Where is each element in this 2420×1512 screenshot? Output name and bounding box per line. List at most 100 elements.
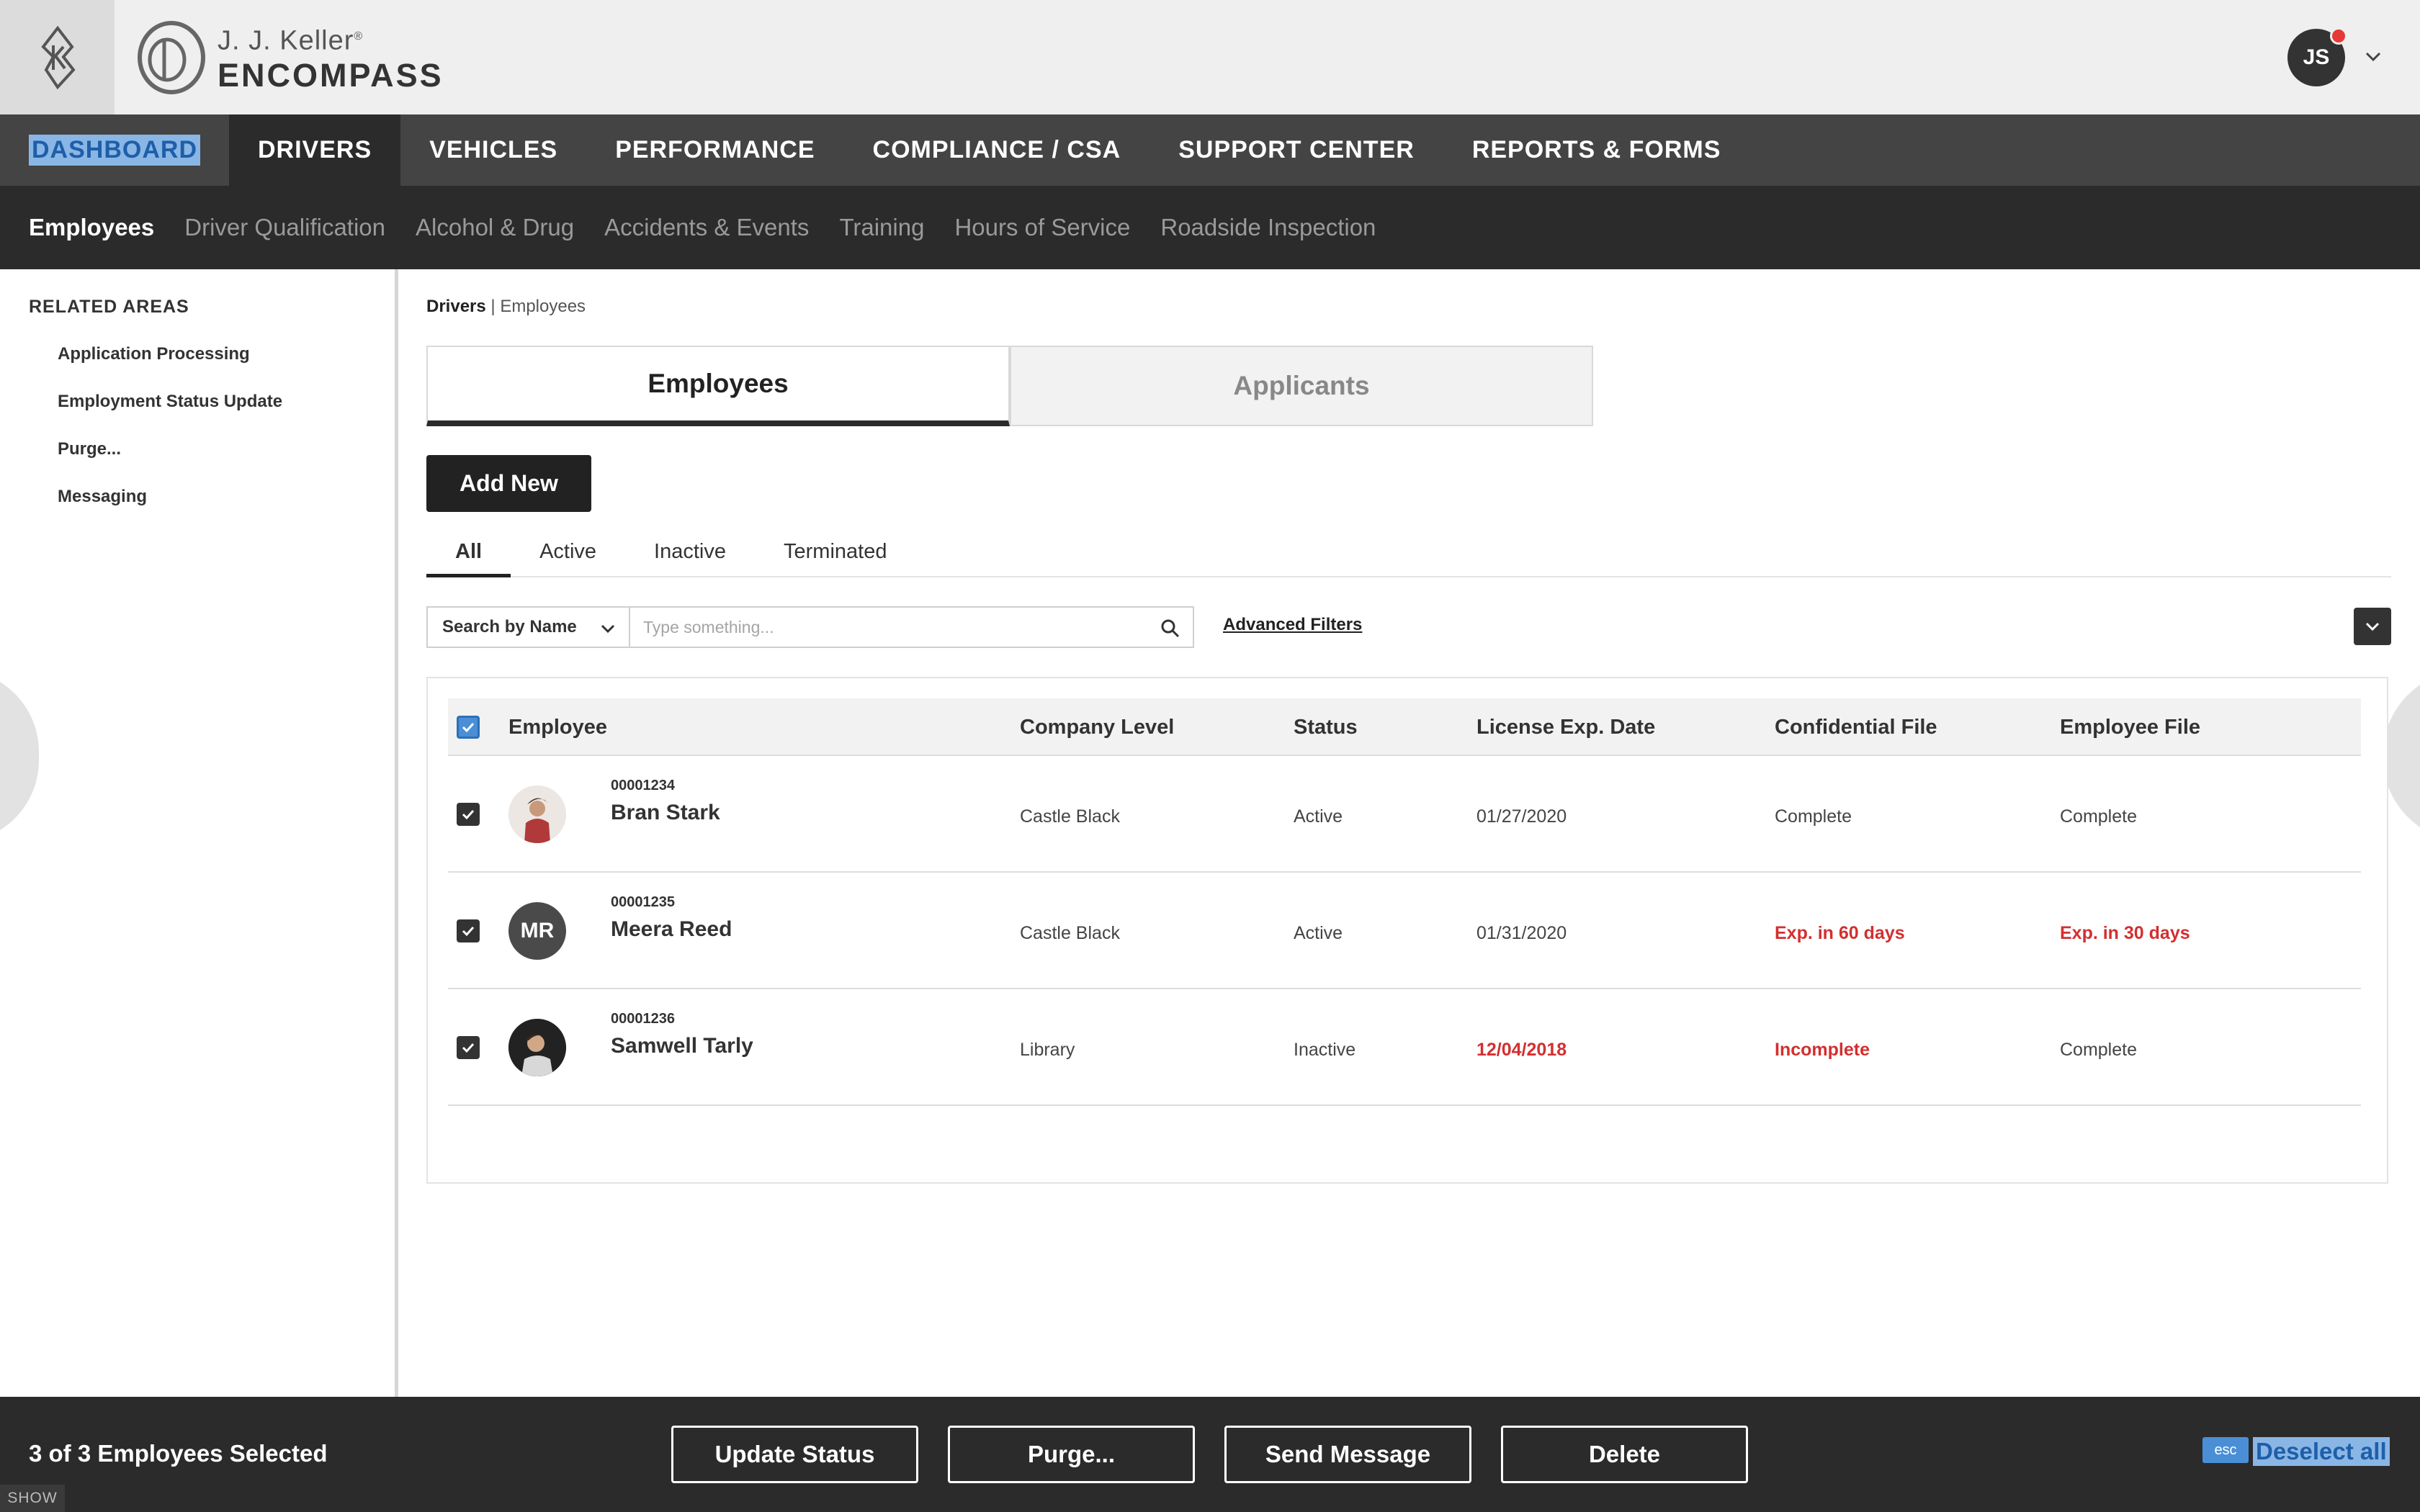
sidebar-link-employment-status-update[interactable]: Employment Status Update	[58, 392, 282, 412]
subnav-driver-qualification[interactable]: Driver Qualification	[184, 214, 385, 241]
delete-button[interactable]: Delete	[1501, 1426, 1748, 1483]
tab-employees[interactable]: Employees	[426, 346, 1010, 426]
employee-tabs: Employees Applicants	[426, 346, 1593, 426]
subnav-accidents-events[interactable]: Accidents & Events	[604, 214, 809, 241]
status-filter-tabs: All Active Inactive Terminated	[426, 533, 2391, 577]
sub-nav: Employees Driver Qualification Alcohol &…	[0, 186, 2420, 269]
subnav-hours-of-service[interactable]: Hours of Service	[954, 214, 1130, 241]
subnav-roadside-inspection[interactable]: Roadside Inspection	[1160, 214, 1376, 241]
keller-k-logo-icon[interactable]	[0, 0, 115, 114]
company-level: Castle Black	[1020, 806, 1120, 827]
table-row[interactable]: 00001236 Samwell Tarly Library Inactive …	[448, 989, 2361, 1106]
subnav-employees[interactable]: Employees	[29, 214, 154, 241]
filter-tab-terminated[interactable]: Terminated	[755, 533, 915, 577]
row-checkbox[interactable]	[457, 803, 480, 826]
employee-file-status: Exp. in 30 days	[2060, 923, 2190, 943]
confidential-file-status: Incomplete	[1775, 1040, 1870, 1060]
subnav-training[interactable]: Training	[839, 214, 924, 241]
chevron-down-icon	[2365, 622, 2380, 631]
license-exp-date: 01/27/2020	[1476, 806, 1567, 827]
row-checkbox[interactable]	[457, 1036, 480, 1059]
employee-id: 00001236	[611, 1011, 675, 1027]
subnav-alcohol-drug[interactable]: Alcohol & Drug	[416, 214, 574, 241]
purge-button[interactable]: Purge...	[948, 1426, 1195, 1483]
nav-support-center[interactable]: SUPPORT CENTER	[1150, 114, 1443, 186]
column-confidential-file[interactable]: Confidential File	[1775, 716, 1937, 739]
chevron-down-icon[interactable]	[2361, 45, 2385, 69]
filter-tab-all[interactable]: All	[426, 533, 511, 577]
chevron-down-icon	[601, 624, 615, 634]
table-row[interactable]: 00001234 Bran Stark Castle Black Active …	[448, 756, 2361, 873]
filter-tab-active[interactable]: Active	[511, 533, 625, 577]
employee-file-status: Complete	[2060, 806, 2137, 827]
confidential-file-status: Complete	[1775, 806, 1852, 827]
selection-count: 3 of 3 Employees Selected	[29, 1440, 328, 1467]
esc-key-hint: esc	[2202, 1437, 2249, 1463]
sidebar-heading: RELATED AREAS	[29, 297, 189, 317]
employee-avatar	[508, 786, 566, 843]
brand-logo[interactable]: J. J. Keller® ENCOMPASS	[135, 17, 444, 98]
update-status-button[interactable]: Update Status	[671, 1426, 918, 1483]
related-areas-sidebar: RELATED AREAS Application Processing Emp…	[0, 269, 398, 1397]
license-exp-date: 12/04/2018	[1476, 1040, 1567, 1060]
column-company-level[interactable]: Company Level	[1020, 716, 1174, 739]
bulk-action-bar: 3 of 3 Employees Selected Update Status …	[0, 1397, 2420, 1512]
employee-name[interactable]: Samwell Tarly	[611, 1034, 753, 1058]
encompass-ring-icon	[138, 21, 205, 94]
notification-dot-icon	[2330, 27, 2347, 45]
table-row[interactable]: MR 00001235 Meera Reed Castle Black Acti…	[448, 873, 2361, 989]
column-employee[interactable]: Employee	[508, 716, 607, 739]
select-all-checkbox[interactable]	[457, 716, 480, 739]
brand-name: J. J. Keller®	[218, 25, 364, 56]
search-by-label: Search by Name	[442, 617, 577, 636]
deselect-all-link[interactable]: Deselect all	[2253, 1437, 2390, 1466]
search-input[interactable]: Type something...	[629, 606, 1194, 648]
sidebar-link-application-processing[interactable]: Application Processing	[58, 344, 250, 364]
sidebar-link-purge[interactable]: Purge...	[58, 439, 121, 459]
nav-drivers[interactable]: DRIVERS	[229, 114, 401, 186]
column-employee-file[interactable]: Employee File	[2060, 716, 2200, 739]
main-nav: DASHBOARD DRIVERS VEHICLES PERFORMANCE C…	[0, 114, 2420, 186]
breadcrumb: Drivers | Employees	[426, 297, 586, 317]
company-level: Castle Black	[1020, 923, 1120, 943]
status: Active	[1294, 923, 1343, 943]
status: Active	[1294, 806, 1343, 827]
nav-vehicles[interactable]: VEHICLES	[400, 114, 586, 186]
add-new-button[interactable]: Add New	[426, 455, 591, 512]
brand-product: ENCOMPASS	[218, 56, 444, 94]
employee-id: 00001235	[611, 894, 675, 910]
employee-file-status: Complete	[2060, 1040, 2137, 1060]
employee-name[interactable]: Meera Reed	[611, 917, 732, 942]
employee-avatar	[508, 1019, 566, 1076]
employee-avatar: MR	[508, 902, 566, 960]
status: Inactive	[1294, 1040, 1356, 1060]
employee-id: 00001234	[611, 778, 675, 793]
send-message-button[interactable]: Send Message	[1224, 1426, 1471, 1483]
search-placeholder: Type something...	[643, 617, 774, 636]
advanced-filters-link[interactable]: Advanced Filters	[1223, 615, 1362, 635]
confidential-file-status: Exp. in 60 days	[1775, 923, 1905, 943]
collapse-toggle-button[interactable]	[2354, 608, 2391, 645]
sidebar-link-messaging[interactable]: Messaging	[58, 487, 147, 507]
employees-table: Employee Company Level Status License Ex…	[426, 677, 2388, 1184]
show-toggle[interactable]: SHOW	[0, 1485, 65, 1512]
breadcrumb-current: Employees	[500, 297, 586, 316]
search-icon[interactable]	[1160, 618, 1181, 639]
column-status[interactable]: Status	[1294, 716, 1358, 739]
nav-dashboard[interactable]: DASHBOARD	[0, 114, 229, 186]
nav-performance[interactable]: PERFORMANCE	[586, 114, 843, 186]
nav-compliance-csa[interactable]: COMPLIANCE / CSA	[844, 114, 1150, 186]
nav-reports-forms[interactable]: REPORTS & FORMS	[1443, 114, 1750, 186]
top-header: J. J. Keller® ENCOMPASS JS	[0, 0, 2420, 114]
breadcrumb-separator: |	[490, 297, 496, 316]
column-license-exp-date[interactable]: License Exp. Date	[1476, 716, 1655, 739]
row-checkbox[interactable]	[457, 919, 480, 942]
license-exp-date: 01/31/2020	[1476, 923, 1567, 943]
employee-name[interactable]: Bran Stark	[611, 801, 720, 825]
breadcrumb-root[interactable]: Drivers	[426, 297, 486, 316]
table-header: Employee Company Level Status License Ex…	[448, 698, 2361, 756]
company-level: Library	[1020, 1040, 1075, 1060]
search-by-select[interactable]: Search by Name	[426, 606, 630, 648]
filter-tab-inactive[interactable]: Inactive	[625, 533, 755, 577]
tab-applicants[interactable]: Applicants	[1010, 346, 1593, 426]
